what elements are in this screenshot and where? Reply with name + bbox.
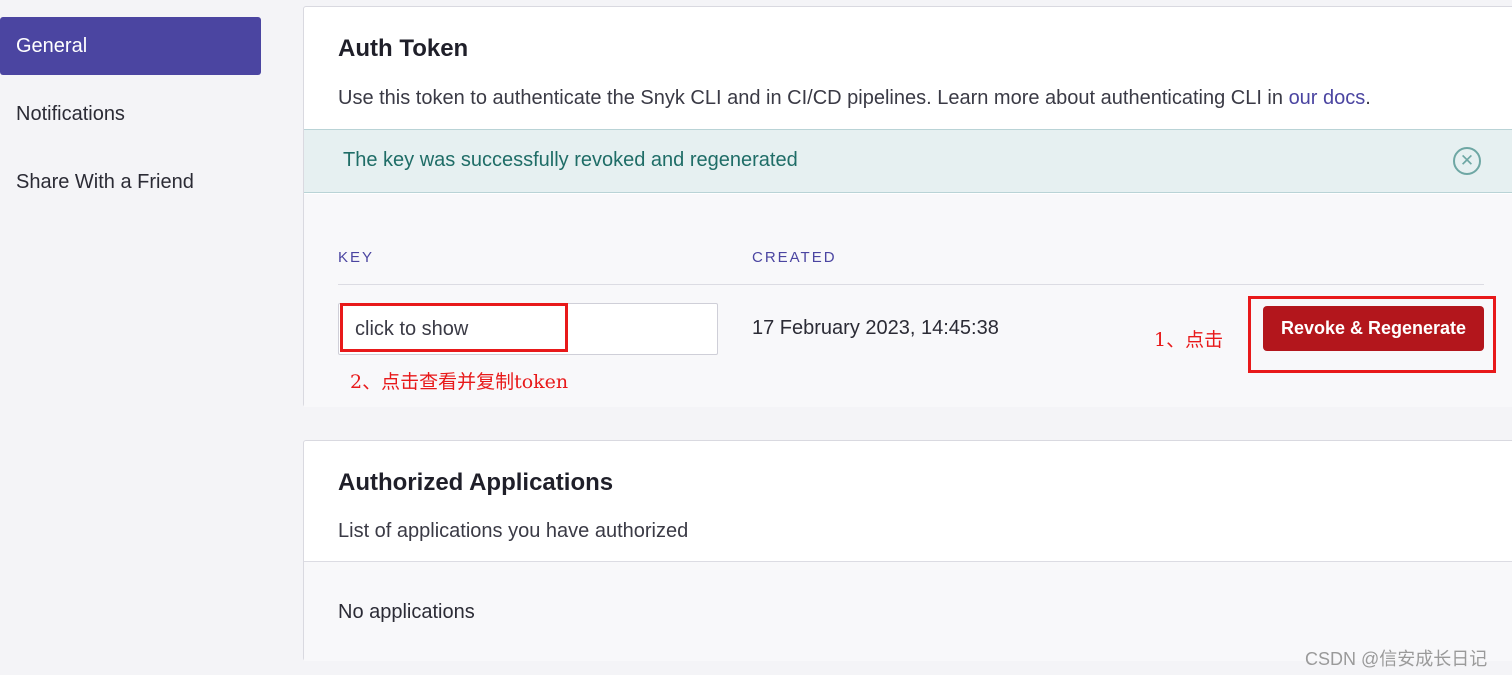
- table-divider: [338, 284, 1484, 285]
- column-header-key: KEY: [338, 249, 375, 266]
- auth-token-description: Use this token to authenticate the Snyk …: [338, 87, 1371, 110]
- authorized-apps-description: List of applications you have authorized: [338, 520, 689, 542]
- sidebar-item-share-with-friend[interactable]: Share With a Friend: [0, 153, 261, 211]
- annotation-step2: 2、点击查看并复制token: [350, 371, 569, 393]
- column-header-created: CREATED: [752, 249, 837, 266]
- authorized-apps-card: Authorized Applications List of applicat…: [303, 440, 1512, 661]
- settings-sidebar: General Notifications Share With a Frien…: [0, 0, 262, 675]
- docs-link[interactable]: our docs: [1289, 87, 1366, 109]
- auth-token-description-end: .: [1365, 87, 1371, 109]
- sidebar-item-general[interactable]: General: [0, 17, 261, 75]
- auth-token-description-text: Use this token to authenticate the Snyk …: [338, 87, 1289, 109]
- annotation-box-revoke: [1248, 296, 1496, 373]
- authorized-apps-title: Authorized Applications: [338, 469, 614, 496]
- auth-token-title: Auth Token: [338, 35, 469, 62]
- annotation-box-key: [340, 303, 568, 352]
- created-timestamp: 17 February 2023, 14:45:38: [752, 317, 999, 339]
- no-applications-text: No applications: [338, 601, 475, 623]
- annotation-step1: 1、点击: [1154, 329, 1224, 351]
- alert-message: The key was successfully revoked and reg…: [343, 149, 798, 171]
- sidebar-item-notifications[interactable]: Notifications: [0, 85, 261, 143]
- watermark: CSDN @信安成长日记: [1305, 649, 1488, 669]
- close-circle-icon[interactable]: ✕: [1453, 147, 1481, 175]
- success-alert: The key was successfully revoked and reg…: [304, 129, 1512, 193]
